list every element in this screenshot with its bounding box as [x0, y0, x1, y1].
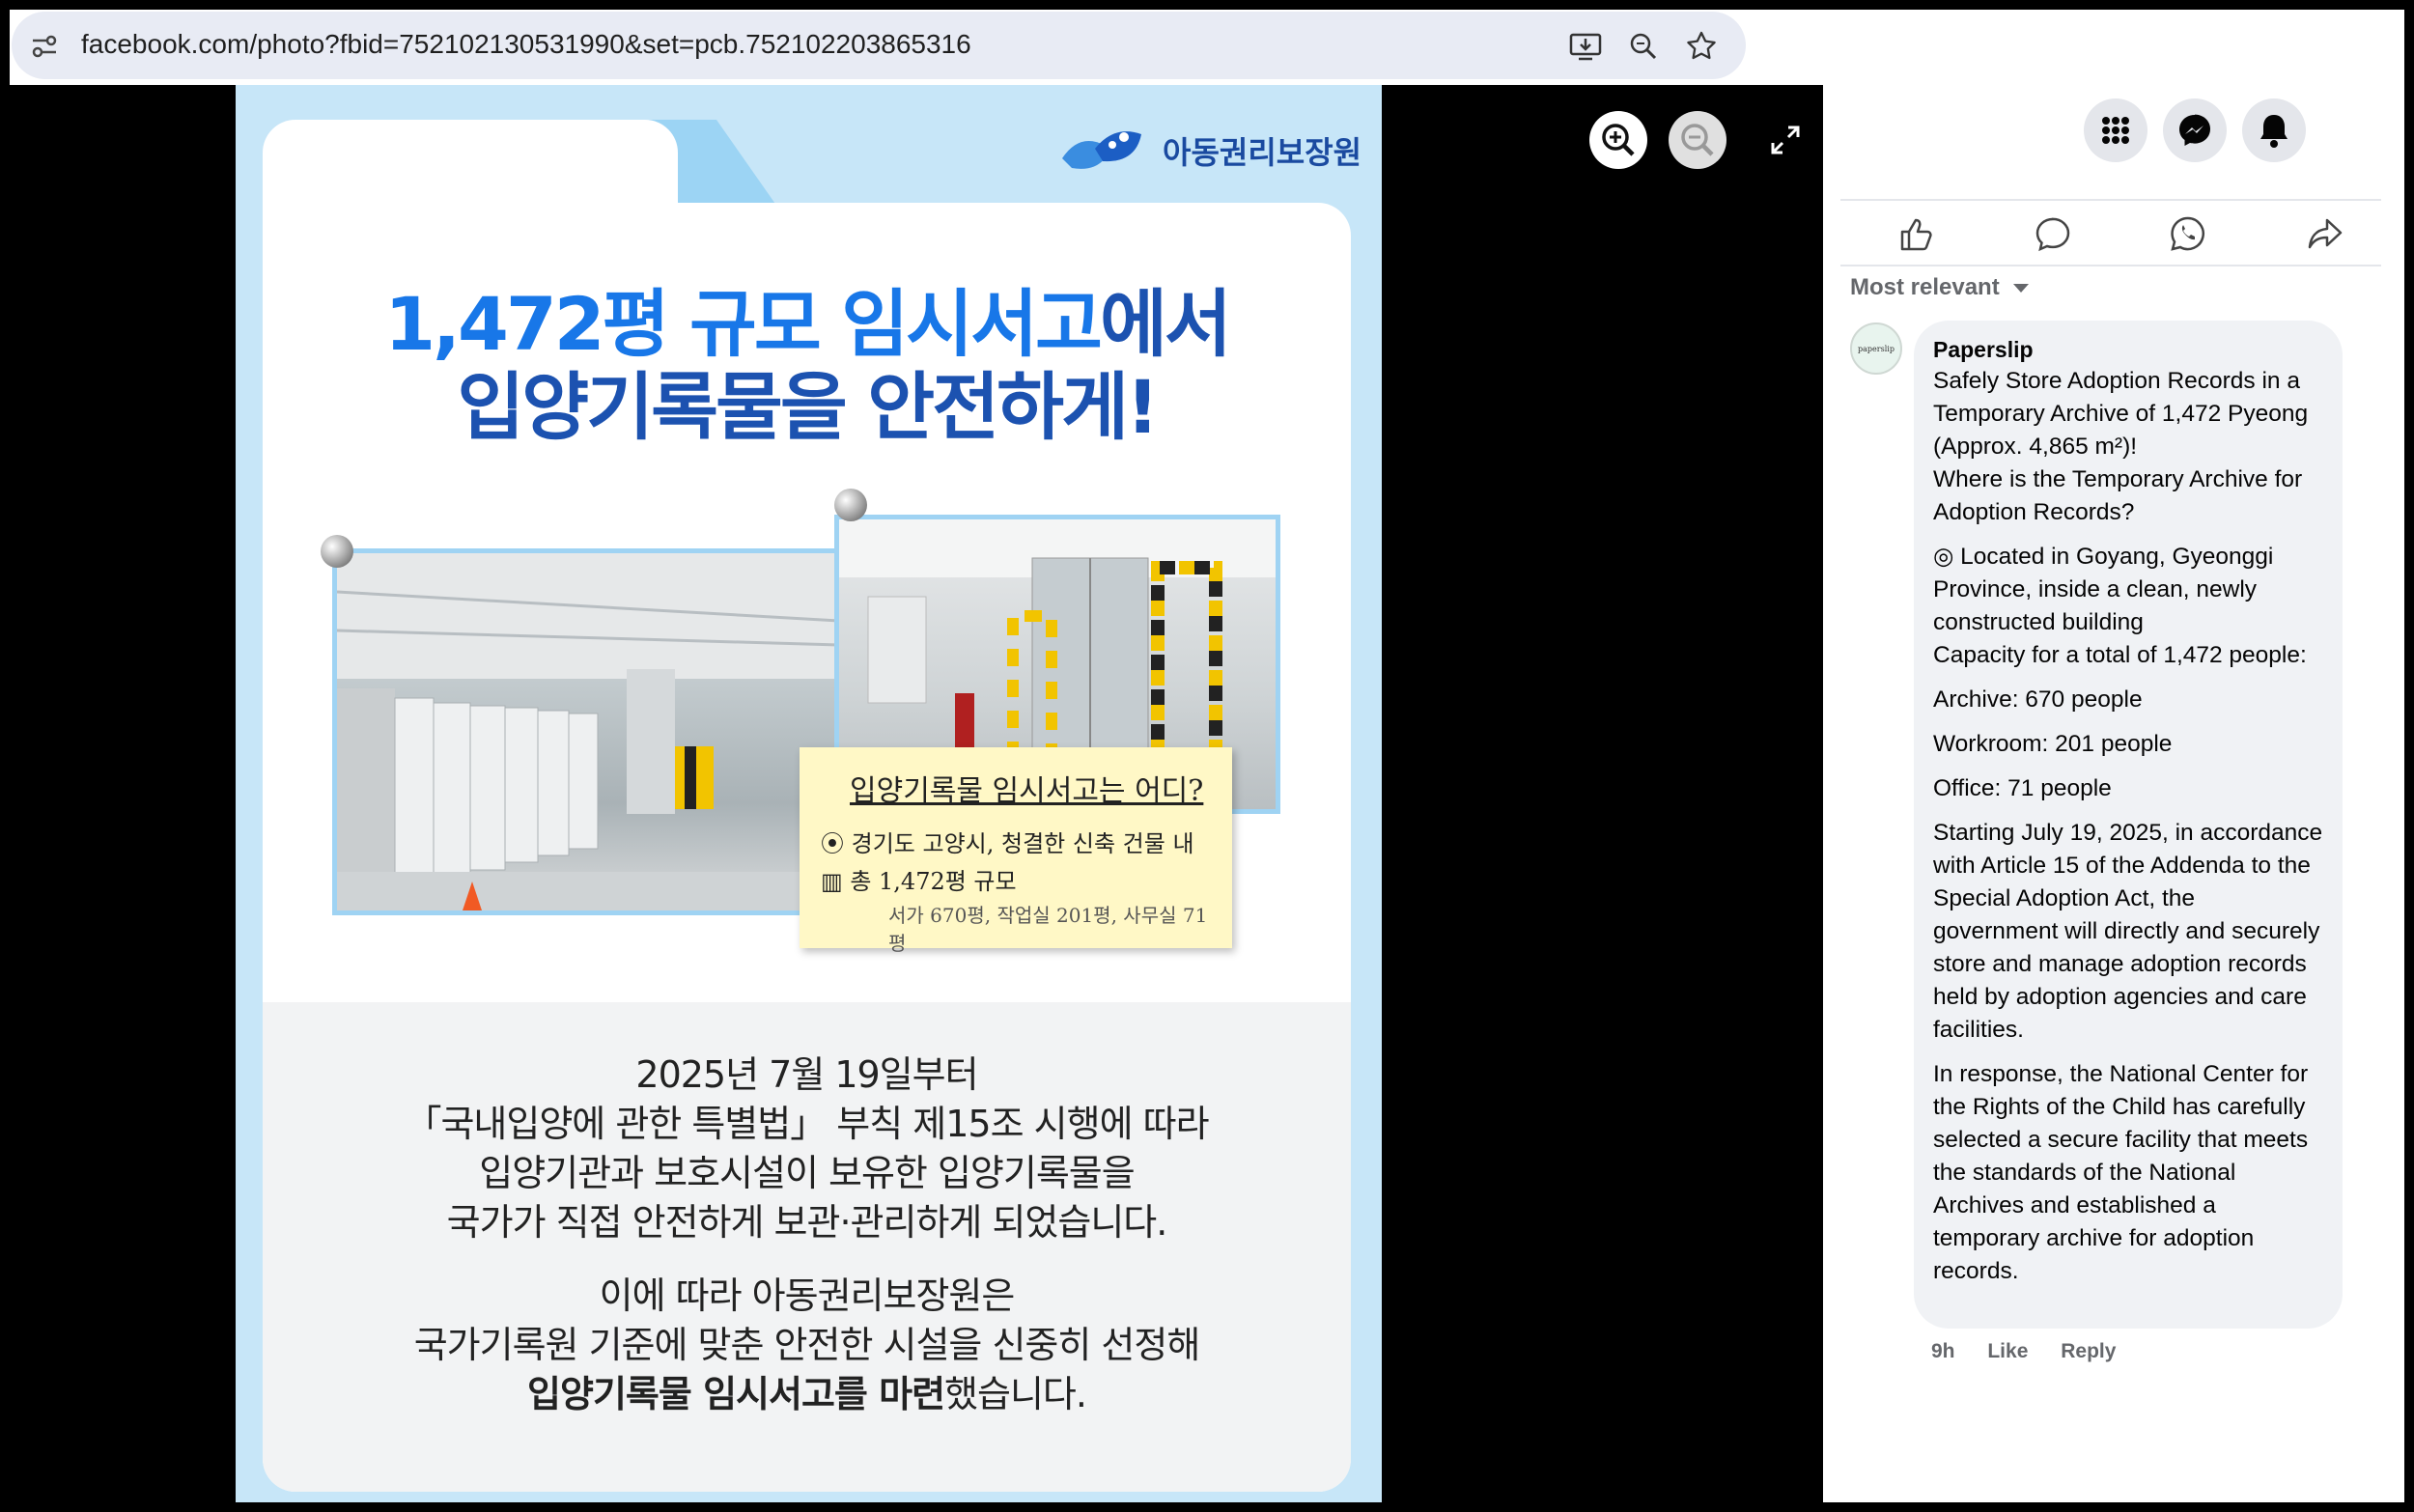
zoom-out-icon — [1681, 124, 1714, 156]
body-text-suffix: 했습니다. — [944, 1373, 1087, 1415]
building-icon: ▥ — [821, 868, 851, 895]
fullscreen-icon[interactable] — [1767, 122, 1804, 158]
panel-divider-top — [1840, 199, 2381, 201]
image-body-text: 2025년 7월 19일부터 「국내입양에 관한 특별법」 부칙 제15조 시행… — [263, 1050, 1351, 1419]
body-line: 입양기록물 임시서고를 마련했습니다. — [263, 1370, 1351, 1419]
image-headline: 1,472평 규모 임시서고에서 입양기록물을 안전하게! — [263, 283, 1351, 449]
commenter-avatar[interactable]: paperslip — [1850, 322, 1902, 375]
comment-paragraph: ◎ Located in Goyang, Gyeonggi Province, … — [1933, 544, 2307, 668]
sort-label: Most relevant — [1850, 274, 2000, 300]
comment-paragraph: In response, the National Center for the… — [1933, 1061, 2309, 1284]
screen: facebook.com/photo?fbid=752102130531990&… — [0, 0, 2414, 1512]
body-line: 국가기록원 기준에 맞춘 안전한 시설을 신중히 선정해 — [413, 1324, 1201, 1366]
comment-author[interactable]: Paperslip — [1933, 334, 2323, 365]
shelves-illustration — [337, 553, 839, 910]
panel-divider-actions — [1840, 265, 2381, 266]
pushpin-right — [834, 489, 867, 521]
zoom-icon[interactable] — [1624, 27, 1663, 66]
body-line: 이에 따라 아동권리보장원은 — [599, 1274, 1016, 1317]
comment-paragraph: Safely Store Adoption Records in a Tempo… — [1933, 368, 2309, 525]
url-text[interactable]: facebook.com/photo?fbid=752102130531990&… — [81, 25, 971, 64]
body-line: 입양기관과 보호시설이 보유한 입양기록물을 — [479, 1152, 1135, 1194]
comment-timestamp[interactable]: 9h — [1931, 1340, 1955, 1362]
address-bar[interactable]: facebook.com/photo?fbid=752102130531990&… — [12, 12, 1746, 79]
comment-bubble: Paperslip Safely Store Adoption Records … — [1914, 321, 2343, 1329]
bookmark-star-icon[interactable] — [1682, 27, 1721, 66]
note-location-line: ⦿ 경기도 고양시, 청결한 신축 건물 내 — [821, 825, 1211, 858]
whatsapp-icon[interactable] — [2167, 212, 2209, 255]
messenger-button[interactable] — [2163, 98, 2227, 162]
zoom-in-button[interactable] — [1589, 111, 1647, 169]
like-icon[interactable] — [1895, 212, 1937, 255]
note-size-line: ▥ 총 1,472평 규모 — [821, 862, 1211, 896]
archive-shelves-photo — [332, 548, 844, 915]
photo-viewer: 아동권리보장원 1,472평 규모 임시서고에서 입양기록물을 안전하게! 입양… — [10, 85, 1823, 1502]
location-note: 입양기록물 임시서고는 어디? ⦿ 경기도 고양시, 청결한 신축 건물 내 ▥… — [800, 747, 1232, 955]
headline-line2: 입양기록물을 안전하게! — [457, 364, 1159, 450]
install-app-icon[interactable] — [1566, 27, 1605, 66]
comment-paragraph: Workroom: 201 people — [1933, 731, 2173, 757]
body-line: 「국내입양에 관한 특별법」 부칙 제15조 시행에 따라 — [405, 1103, 1209, 1145]
comment-icon[interactable] — [2032, 212, 2074, 255]
comment-paragraph: Archive: 670 people — [1933, 686, 2143, 713]
body-line: 2025년 7월 19일부터 — [635, 1053, 978, 1096]
organization-logo: 아동권리보장원 — [1056, 120, 1361, 182]
note-size-text: 총 1,472평 규모 — [850, 868, 1017, 895]
notifications-icon — [2260, 115, 2288, 148]
comment-paragraph: Office: 71 people — [1933, 775, 2112, 801]
comments-panel: Most relevant paperslip Paperslip Safely… — [1823, 85, 2404, 1502]
avatar-text: paperslip — [1858, 344, 1895, 353]
pushpin-left — [321, 535, 353, 568]
comment-meta: 9h Like Reply — [1931, 1340, 2143, 1363]
sort-dropdown[interactable]: Most relevant — [1850, 274, 2029, 301]
messenger-icon — [2179, 114, 2210, 146]
notifications-button[interactable] — [2242, 98, 2306, 162]
post-image[interactable]: 아동권리보장원 1,472평 규모 임시서고에서 입양기록물을 안전하게! 입양… — [236, 85, 1382, 1502]
note-location-text: 경기도 고양시, 청결한 신축 건물 내 — [851, 830, 1194, 857]
menu-button[interactable] — [2084, 98, 2147, 162]
logo-mark-icon — [1062, 131, 1141, 169]
headline-highlight: 1,472평 규모 임시서고 — [384, 281, 1103, 367]
headline-suffix: 에서 — [1099, 281, 1232, 367]
caret-down-icon — [2012, 284, 2029, 294]
body-line: 국가가 직접 안전하게 보관·관리하게 되었습니다. — [446, 1201, 1168, 1244]
comment-reply-button[interactable]: Reply — [2061, 1340, 2116, 1362]
zoom-out-button[interactable] — [1669, 111, 1726, 169]
share-icon[interactable] — [2304, 212, 2346, 255]
tune-icon[interactable] — [29, 31, 60, 62]
comment-paragraph: Starting July 19, 2025, in accordance wi… — [1933, 820, 2323, 1043]
menu-grid-icon — [2102, 117, 2129, 144]
note-breakdown-text: 서가 670평, 작업실 201평, 사무실 71평 — [888, 904, 1208, 955]
comment-like-button[interactable]: Like — [1987, 1340, 2028, 1362]
note-title: 입양기록물 임시서고는 어디? — [850, 774, 1204, 808]
location-pin-icon: ⦿ — [821, 830, 852, 857]
logo-text: 아동권리보장원 — [1163, 134, 1362, 171]
zoom-in-icon — [1602, 124, 1635, 156]
body-bold-text: 입양기록물 임시서고를 마련 — [527, 1373, 945, 1415]
browser-toolbar: facebook.com/photo?fbid=752102130531990&… — [10, 10, 2404, 85]
